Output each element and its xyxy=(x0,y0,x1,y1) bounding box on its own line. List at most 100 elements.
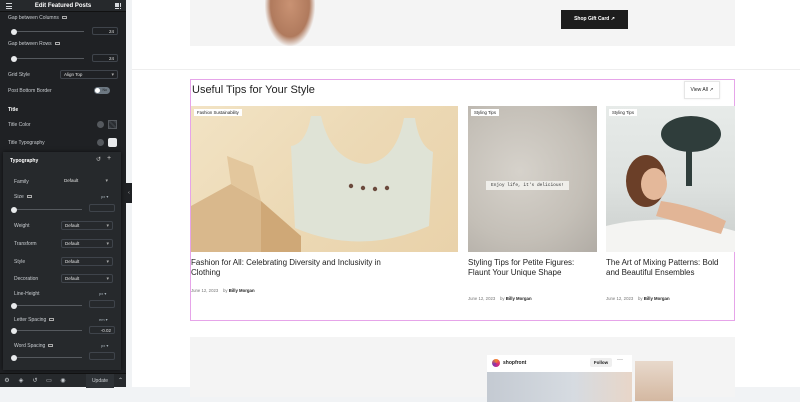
chevron-down-icon: ▾ xyxy=(111,72,114,78)
line-height-slider[interactable] xyxy=(11,302,82,309)
reclining-woman-illustration xyxy=(606,116,735,252)
weight-label: Weight xyxy=(14,223,30,229)
history-icon[interactable]: ↺ xyxy=(28,374,42,388)
gift-banner: Shop Gift Card ↗ xyxy=(190,0,735,46)
card-image[interactable]: Fashion Sustainability xyxy=(191,106,458,252)
letter-spacing-unit[interactable]: em ▾ xyxy=(99,317,108,322)
update-button[interactable]: Update xyxy=(86,374,114,388)
letter-spacing-slider[interactable] xyxy=(11,327,82,334)
add-icon[interactable]: + xyxy=(107,155,111,162)
model-photo xyxy=(265,0,315,46)
style-select[interactable]: Default ▾ xyxy=(61,257,113,266)
more-options-icon[interactable]: ··· xyxy=(617,357,623,363)
desktop-icon[interactable] xyxy=(26,194,32,199)
panel-title: Edit Featured Posts xyxy=(34,2,92,9)
gap-rows-label: Gap between Rows xyxy=(8,41,60,47)
slider-knob[interactable] xyxy=(11,206,17,213)
globe-icon[interactable] xyxy=(97,121,104,128)
size-label: Size xyxy=(14,194,32,200)
category-tag[interactable]: Fashion Sustainability xyxy=(194,109,242,116)
post-title[interactable]: The Art of Mixing Patterns: Bold and Bea… xyxy=(606,258,730,278)
style-label: Style xyxy=(14,259,26,265)
preview-eye-icon[interactable]: ◉ xyxy=(56,374,70,388)
tank-top-illustration xyxy=(191,116,433,252)
slider-knob[interactable] xyxy=(11,55,17,62)
slider-knob[interactable] xyxy=(11,302,17,309)
post-bottom-border-label: Post Bottom Border xyxy=(8,88,52,94)
transform-label: Transform xyxy=(14,241,37,247)
title-color-label: Title Color xyxy=(8,122,31,128)
hamburger-menu-icon[interactable] xyxy=(6,3,12,11)
size-unit[interactable]: px ▾ xyxy=(101,194,108,199)
slider-knob[interactable] xyxy=(11,327,17,334)
grid-style-select[interactable]: Align Top ▾ xyxy=(60,70,118,79)
category-tag[interactable]: Styling Tips xyxy=(471,109,499,116)
family-label: Family xyxy=(14,179,29,185)
post-photo-2[interactable] xyxy=(635,361,673,401)
account-name[interactable]: shopfront xyxy=(503,360,526,366)
line-height-input[interactable] xyxy=(89,300,115,308)
transform-select[interactable]: Default ▾ xyxy=(61,239,113,248)
post-meta: June 12, 2023 by Billy Morgan xyxy=(191,288,255,293)
section-title: Useful Tips for Your Style xyxy=(192,84,315,96)
featured-posts-widget[interactable]: Useful Tips for Your Style View All ↗ Fa… xyxy=(190,79,735,321)
category-tag[interactable]: Styling Tips xyxy=(609,109,637,116)
line-height-unit[interactable]: px ▾ xyxy=(99,291,106,296)
slider-knob[interactable] xyxy=(11,354,17,361)
instagram-post[interactable]: shopfront Follow ··· xyxy=(487,355,632,402)
desktop-icon[interactable] xyxy=(48,343,54,348)
post-photo xyxy=(487,372,632,402)
editor-panel: Edit Featured Posts Gap between Columns … xyxy=(0,0,126,388)
decoration-select[interactable]: Default ▾ xyxy=(61,274,113,283)
note-strip: Enjoy life, it's delicious! xyxy=(486,181,569,190)
letter-spacing-input[interactable]: -0.02 xyxy=(89,326,115,334)
chevron-down-icon: ▾ xyxy=(105,178,108,184)
instagram-section: shopfront Follow ··· xyxy=(190,337,735,402)
word-spacing-input[interactable] xyxy=(89,352,115,360)
line-height-label: Line-Height xyxy=(14,291,40,297)
reset-icon[interactable]: ↺ xyxy=(96,156,101,163)
title-typography-label: Title Typography xyxy=(8,140,45,146)
desktop-icon[interactable] xyxy=(54,41,60,46)
chevron-down-icon: ▾ xyxy=(106,276,109,282)
widgets-grid-icon[interactable] xyxy=(115,3,121,9)
chevron-down-icon: ▾ xyxy=(106,259,109,265)
word-spacing-slider[interactable] xyxy=(11,354,82,361)
slider-knob[interactable] xyxy=(11,28,17,35)
weight-select[interactable]: Default ▾ xyxy=(61,221,113,230)
responsive-icon[interactable]: ▭ xyxy=(42,374,56,388)
word-spacing-unit[interactable]: px ▾ xyxy=(101,343,108,348)
post-meta: June 12, 2023 by Billy Morgan xyxy=(468,296,532,301)
typography-heading: Typography xyxy=(10,158,39,164)
panel-footer: ⚙ ◈ ↺ ▭ ◉ Update ⌃ xyxy=(0,373,126,388)
desktop-icon[interactable] xyxy=(61,15,67,20)
chevron-up-icon[interactable]: ⌃ xyxy=(115,374,126,388)
title-section-heading: Title xyxy=(8,107,19,113)
settings-icon[interactable]: ⚙ xyxy=(0,374,14,388)
follow-button[interactable]: Follow xyxy=(590,358,612,367)
chevron-down-icon: ▾ xyxy=(106,241,109,247)
decoration-label: Decoration xyxy=(14,276,39,282)
gap-columns-input[interactable]: 24 xyxy=(92,27,118,35)
post-title[interactable]: Fashion for All: Celebrating Diversity a… xyxy=(191,258,391,278)
size-slider[interactable] xyxy=(11,206,82,213)
size-input[interactable] xyxy=(89,204,115,212)
card-image[interactable]: Enjoy life, it's delicious! Styling Tips xyxy=(468,106,597,252)
card-image[interactable]: Styling Tips xyxy=(606,106,735,252)
globe-icon[interactable] xyxy=(97,139,104,146)
view-all-button[interactable]: View All ↗ xyxy=(684,81,720,99)
post-meta: June 12, 2023 by Billy Morgan xyxy=(606,296,670,301)
post-title[interactable]: Styling Tips for Petite Figures: Flaunt … xyxy=(468,258,592,278)
gap-rows-input[interactable]: 24 xyxy=(92,54,118,62)
post-bottom-border-toggle[interactable]: No xyxy=(94,87,110,94)
edit-pencil-icon[interactable] xyxy=(108,138,117,147)
layers-icon[interactable]: ◈ xyxy=(14,374,28,388)
shop-gift-card-button[interactable]: Shop Gift Card ↗ xyxy=(561,10,628,29)
title-color-swatch[interactable] xyxy=(108,120,117,129)
gap-rows-slider[interactable] xyxy=(11,55,84,62)
desktop-icon[interactable] xyxy=(49,317,55,322)
word-spacing-label: Word Spacing xyxy=(14,343,54,349)
family-select[interactable]: Default ▾ xyxy=(61,177,111,186)
chevron-down-icon: ▾ xyxy=(106,223,109,229)
gap-columns-slider[interactable] xyxy=(11,28,84,35)
